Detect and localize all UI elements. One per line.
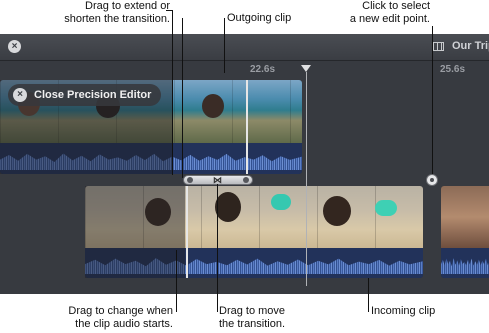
close-icon: ×: [13, 88, 27, 102]
thumbnail-person: [375, 200, 397, 216]
callout-outgoing-clip: Outgoing clip: [227, 12, 292, 24]
next-clip-thumbnail: [441, 186, 489, 248]
thumbnail-person: [215, 192, 241, 222]
edit-point-button[interactable]: [426, 174, 438, 186]
thumbnail-person: [202, 94, 224, 118]
leader-line-drag-extend: [172, 10, 173, 175]
next-clip[interactable]: [441, 186, 489, 278]
film-icon[interactable]: [433, 42, 444, 51]
leader-line-incoming: [368, 278, 369, 312]
project-title[interactable]: Our Trip: [452, 40, 489, 52]
leader-line-drag-move: [217, 184, 218, 312]
toolbar: × Our Trip: [0, 34, 489, 61]
callout-drag-move: Drag to move the transition.: [219, 305, 286, 330]
thumbnail-person: [271, 194, 291, 210]
close-precision-editor-button[interactable]: × Close Precision Editor: [8, 84, 162, 106]
transition-handle[interactable]: ⋈: [183, 175, 253, 185]
precision-editor: × Our Trip 22.6s 25.6s × Close Precision…: [0, 34, 489, 294]
timecode-right: 25.6s: [440, 64, 466, 75]
incoming-dim-overlay: [85, 186, 185, 278]
playhead-line: [306, 72, 307, 286]
callout-click-select: Click to select a new edit point.: [349, 0, 430, 25]
close-precision-editor-label: Close Precision Editor: [34, 89, 152, 101]
leader-line-drag-extend-2: [182, 18, 183, 178]
leader-line-click-select: [432, 26, 433, 174]
incoming-edit-line[interactable]: [186, 186, 188, 278]
transition-left-knob[interactable]: [187, 177, 193, 183]
outgoing-edit-line[interactable]: [246, 80, 248, 174]
leader-line-drag-audio: [176, 250, 177, 312]
close-icon[interactable]: ×: [8, 40, 21, 53]
callout-drag-audio: Drag to change when the clip audio start…: [68, 305, 173, 330]
leader-line-drag-extend-h: [166, 10, 173, 11]
playhead-marker[interactable]: [301, 65, 311, 72]
callout-drag-extend: Drag to extend or shorten the transition…: [64, 0, 170, 25]
thumbnail-person: [323, 196, 351, 226]
next-clip-audio: [441, 248, 489, 278]
timecode-left: 22.6s: [250, 64, 276, 75]
leader-line-outgoing: [224, 18, 225, 73]
callout-incoming-clip: Incoming clip: [371, 305, 436, 317]
transition-right-knob[interactable]: [243, 177, 249, 183]
